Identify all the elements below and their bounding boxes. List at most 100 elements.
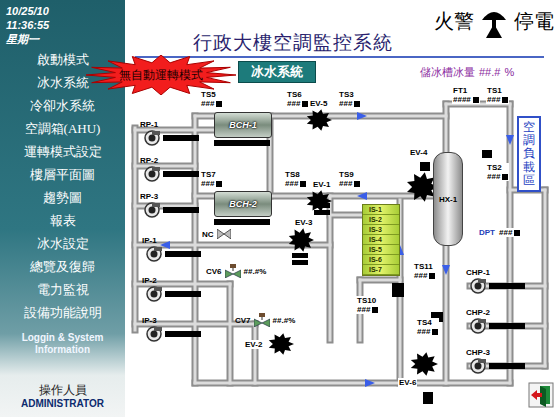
sensor[interactable]: TS11### xyxy=(413,262,436,280)
status-bar xyxy=(165,251,201,257)
status-indicator xyxy=(502,97,508,103)
pump-icon xyxy=(470,318,486,334)
time: 11:36:55 xyxy=(6,18,119,32)
ice-tank[interactable]: IS-6 xyxy=(363,255,399,265)
pump[interactable]: IP-1 xyxy=(142,236,201,262)
scada-screen: 10/25/1011:36:55星期一啟動模式冰水系統冷卻水系統空調箱(AHU)… xyxy=(0,0,560,417)
chiller[interactable]: BCH-1 xyxy=(214,112,272,146)
status-bar xyxy=(214,140,270,146)
main-panel: 行政大樓空調監控系統火警停電冰水系統儲冰槽冰量##.#%TS5###TS6###… xyxy=(125,0,560,417)
pump-icon xyxy=(146,246,162,262)
operator: 操作人員ADMINISTRATOR xyxy=(0,382,125,417)
menu-item[interactable]: 運轉模式設定 xyxy=(0,140,125,163)
pump-icon xyxy=(470,358,486,374)
valve-icon xyxy=(254,313,270,327)
load-zone: 空調負載區 xyxy=(517,116,541,192)
ice-tank[interactable]: IS-2 xyxy=(363,215,399,225)
alarm-burst-icon xyxy=(288,228,314,252)
alarm-burst-icon xyxy=(306,109,332,131)
ice-tank[interactable]: IS-5 xyxy=(363,245,399,255)
menu-item[interactable]: 電力監視 xyxy=(0,278,125,301)
alarm-label[interactable]: 火警 xyxy=(434,8,474,35)
chiller[interactable]: BCH-2 xyxy=(214,191,272,225)
status-bar xyxy=(163,207,199,213)
control-valve[interactable]: CV7##.#% xyxy=(235,313,295,327)
sensor[interactable]: TS7### xyxy=(200,170,223,188)
pump[interactable]: IP-2 xyxy=(142,276,201,302)
sensor[interactable]: TS6### xyxy=(286,90,309,108)
operator-name: ADMINISTRATOR xyxy=(0,398,125,409)
alarm-label[interactable]: 停電 xyxy=(514,8,554,35)
status-indicator xyxy=(354,181,360,187)
menu-item[interactable]: 趨勢圖 xyxy=(0,186,125,209)
menu-item[interactable]: 報表 xyxy=(0,209,125,232)
valve-icon xyxy=(225,264,241,278)
header: 行政大樓空調監控系統火警停電 xyxy=(135,0,544,58)
pump[interactable]: IP-3 xyxy=(142,316,201,342)
status-indicator xyxy=(473,97,479,103)
valve[interactable]: EV-4 xyxy=(409,148,428,157)
status-indicator xyxy=(216,181,222,187)
valve[interactable]: EV-3 xyxy=(294,218,313,227)
sensor[interactable]: TS5### xyxy=(200,90,223,108)
sidebar: 10/25/1011:36:55星期一啟動模式冰水系統冷卻水系統空調箱(AHU)… xyxy=(0,0,125,417)
status-indicator xyxy=(514,230,520,236)
pump[interactable]: RP-2 xyxy=(140,156,199,182)
menu-item[interactable]: 總覽及復歸 xyxy=(0,255,125,278)
pump[interactable]: CHP-3 xyxy=(466,348,525,374)
control-valve[interactable]: CV6##.#% xyxy=(206,264,266,278)
alarm-burst-icon xyxy=(306,190,332,212)
sensor[interactable]: TS2### xyxy=(486,163,509,181)
pump[interactable]: CHP-1 xyxy=(466,268,525,294)
menu-item[interactable]: 冰水設定 xyxy=(0,232,125,255)
heat-exchanger[interactable]: HX-1 xyxy=(433,152,463,246)
menu-item[interactable]: 空調箱(AHU) xyxy=(0,117,125,140)
sensor[interactable]: DPT### xyxy=(478,228,521,237)
sensor[interactable]: TS8### xyxy=(284,170,307,188)
status-bar xyxy=(489,363,525,369)
valve[interactable]: EV-2 xyxy=(244,340,263,349)
pump-icon xyxy=(146,326,162,342)
pump[interactable]: RP-1 xyxy=(140,120,199,146)
menu-item[interactable]: 冷卻水系統 xyxy=(0,94,125,117)
sensor[interactable]: FT1#### xyxy=(452,86,480,104)
sensor[interactable]: TS4### xyxy=(416,318,439,336)
ice-tank[interactable]: IS-1 xyxy=(363,205,399,215)
exit-icon[interactable] xyxy=(528,382,554,408)
status-indicator xyxy=(372,307,378,313)
status-indicator xyxy=(354,101,360,107)
ice-tank[interactable]: IS-7 xyxy=(363,265,399,275)
status-indicator xyxy=(302,101,308,107)
status-indicator xyxy=(429,273,435,279)
status-bar xyxy=(165,331,201,337)
ice-tank[interactable]: IS-3 xyxy=(363,225,399,235)
pump-icon xyxy=(146,286,162,302)
sensor[interactable]: TS10### xyxy=(356,296,379,314)
status-bar xyxy=(165,291,201,297)
valve[interactable]: EV-1 xyxy=(312,180,331,189)
status-bar xyxy=(163,135,199,141)
alarms: 火警 停電 xyxy=(434,4,554,38)
pump[interactable]: CHP-2 xyxy=(466,308,525,334)
valve[interactable]: EV-6 xyxy=(398,378,417,387)
status-bar xyxy=(163,171,199,177)
weekday: 星期一 xyxy=(6,32,119,46)
sensor[interactable]: TS3### xyxy=(338,90,361,108)
ice-tank[interactable]: IS-4 xyxy=(363,235,399,245)
nc-valve[interactable]: NC xyxy=(202,229,231,239)
info-link[interactable]: Loggin & System Information xyxy=(0,332,125,356)
pump[interactable]: RP-3 xyxy=(140,192,199,218)
sensor[interactable]: TS1### xyxy=(486,86,509,104)
menu-item[interactable]: 設備功能說明 xyxy=(0,301,125,324)
sensor[interactable]: TS9### xyxy=(338,170,361,188)
valve[interactable]: EV-5 xyxy=(309,99,328,108)
status-bar xyxy=(489,283,525,289)
menu-item[interactable]: 樓層平面圖 xyxy=(0,163,125,186)
pump-icon xyxy=(144,166,160,182)
power-tower-icon xyxy=(478,4,510,38)
pump-icon xyxy=(144,130,160,146)
alarm-burst-icon xyxy=(410,352,438,376)
section-label: 冰水系統 xyxy=(238,61,316,83)
status-bar xyxy=(214,219,270,225)
pump-icon xyxy=(144,202,160,218)
